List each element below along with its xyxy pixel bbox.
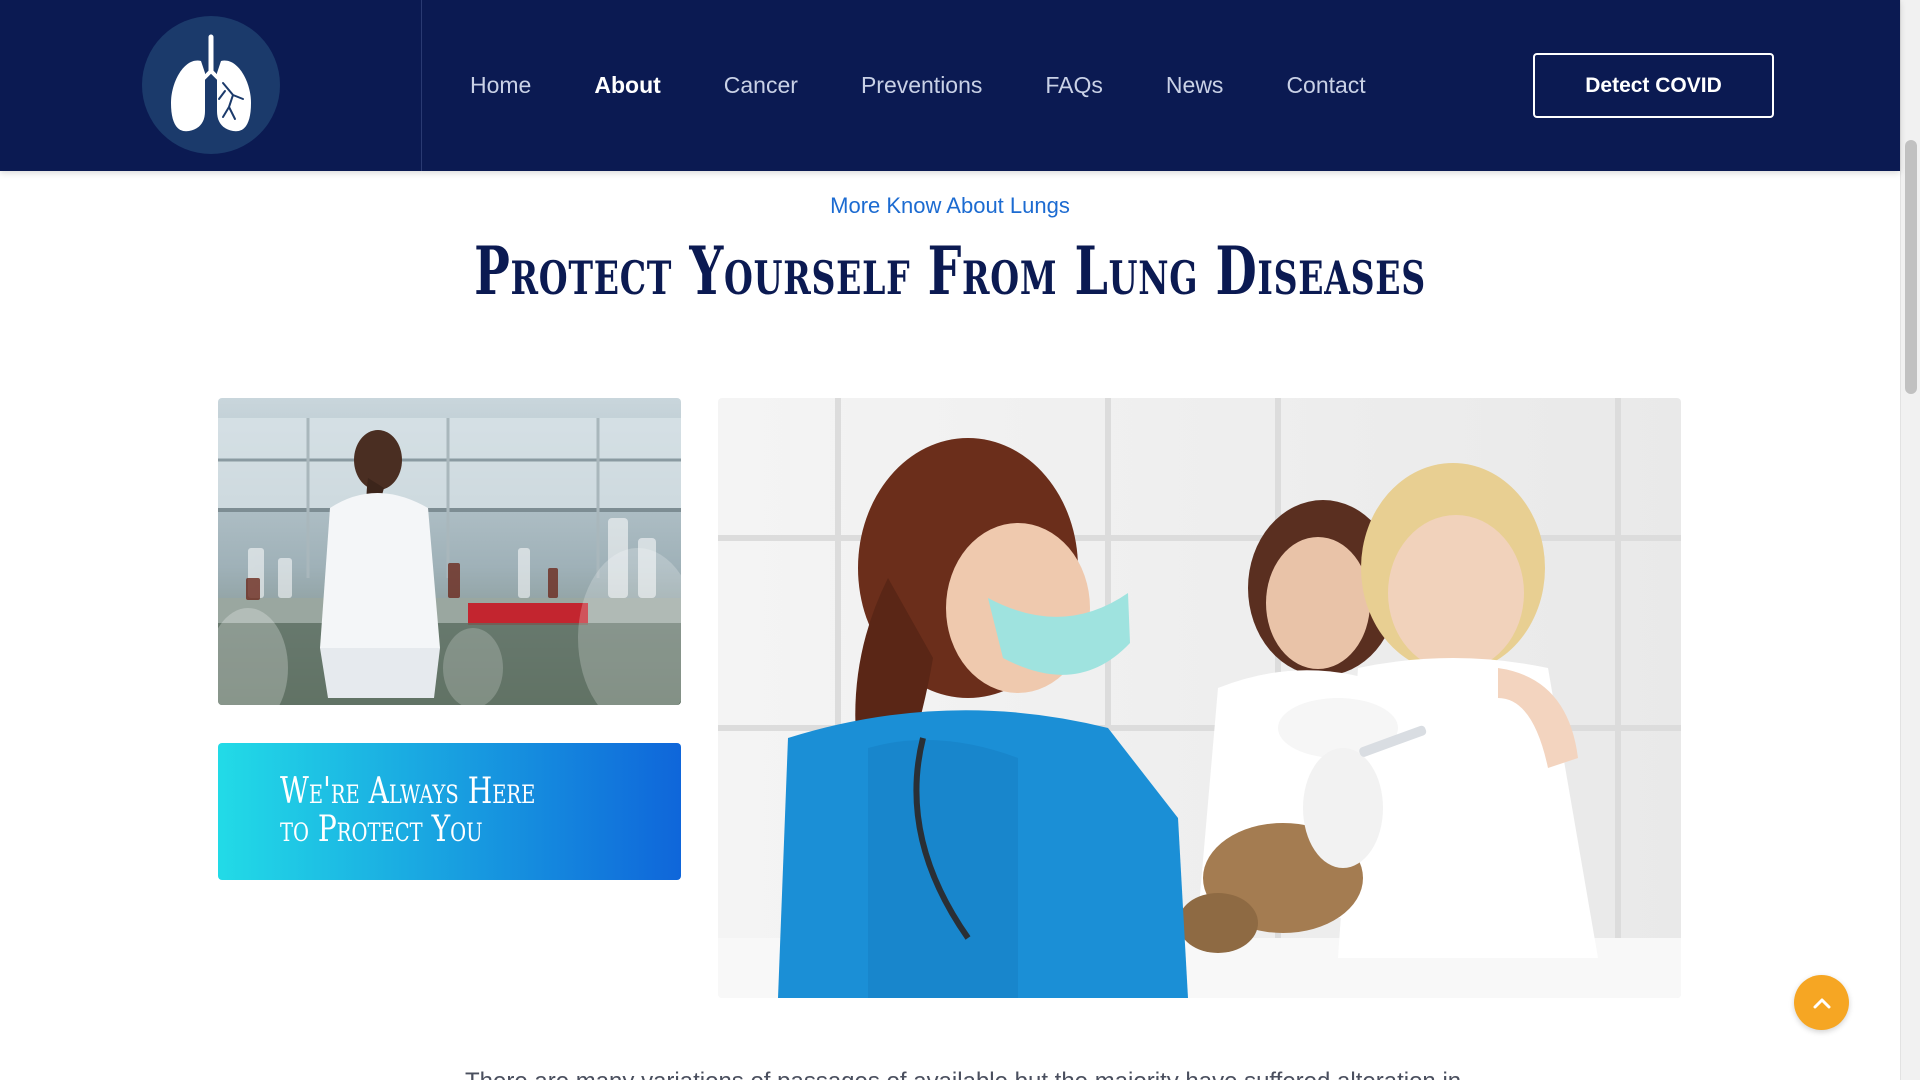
nav-about[interactable]: About — [594, 72, 660, 99]
page-scrollbar[interactable] — [1900, 0, 1920, 1080]
intro-paragraph: There are many variations of passages of… — [465, 1068, 1461, 1080]
detect-covid-button[interactable]: Detect COVID — [1533, 53, 1774, 118]
nurse-vaccination-image — [718, 398, 1681, 998]
nav-cancer[interactable]: Cancer — [724, 72, 798, 99]
protect-card-text: We're Always Here to Protect You — [280, 771, 536, 850]
main-nav: Home About Cancer Preventions FAQs News … — [470, 0, 1429, 171]
scrollbar-thumb[interactable] — [1905, 140, 1917, 394]
nav-contact[interactable]: Contact — [1286, 72, 1365, 99]
section-title: Protect Yourself From Lung Diseases — [474, 232, 1426, 310]
nav-preventions[interactable]: Preventions — [861, 72, 982, 99]
intro-paragraph-clip: There are many variations of passages of… — [0, 1068, 1900, 1080]
lungs-icon — [171, 34, 251, 132]
nav-home[interactable]: Home — [470, 72, 531, 99]
site-logo[interactable] — [142, 16, 280, 154]
nav-faqs[interactable]: FAQs — [1045, 72, 1103, 99]
lab-scientist-image — [218, 398, 681, 705]
chevron-up-icon — [1813, 998, 1830, 1008]
scroll-to-top-button[interactable] — [1794, 975, 1849, 1030]
site-header: Home About Cancer Preventions FAQs News … — [0, 0, 1900, 171]
logo-area — [0, 0, 422, 171]
nav-news[interactable]: News — [1166, 72, 1224, 99]
protect-card: We're Always Here to Protect You — [218, 743, 681, 880]
section-eyebrow: More Know About Lungs — [830, 193, 1070, 218]
